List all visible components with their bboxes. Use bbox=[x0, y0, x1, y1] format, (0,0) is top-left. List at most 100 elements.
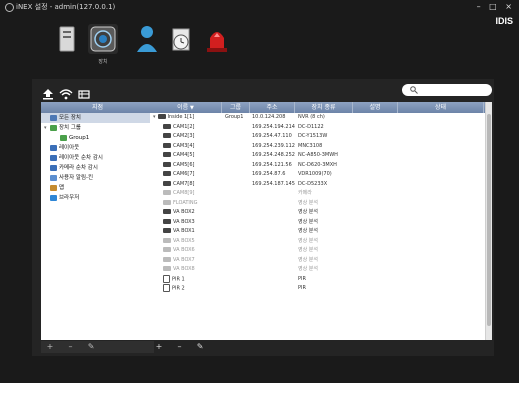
sensor-icon bbox=[163, 284, 170, 292]
edit-site-button[interactable]: ✎ bbox=[82, 341, 100, 353]
table-row[interactable]: ▾ Inside 1[1] Group1 10.0.124.208 NVR (8 ch) bbox=[150, 113, 492, 123]
va-box-icon bbox=[163, 209, 171, 214]
folder-icon bbox=[50, 114, 57, 121]
nvr-icon bbox=[157, 114, 166, 119]
remove-device-button[interactable]: – bbox=[171, 341, 189, 353]
device-module-label: 장치 bbox=[98, 59, 108, 65]
search-input[interactable] bbox=[402, 84, 492, 96]
tree-item[interactable]: 맵 bbox=[41, 183, 154, 193]
tree-item-label: 카메라 순차 감시 bbox=[59, 165, 98, 171]
table-row[interactable]: CAM8[9] 카메라 bbox=[150, 189, 492, 199]
tree-item-label: 모든 장치 bbox=[59, 115, 81, 121]
cell-address: 169.254.239.112 bbox=[252, 142, 295, 149]
cell-type: MNC3108 bbox=[298, 142, 323, 149]
table-row[interactable]: VA BOX8 영상 분석 bbox=[150, 265, 492, 275]
layout-seq-icon bbox=[50, 154, 57, 161]
device-settings-panel: 지점 모든 장치 ▾ 장치 그룹 Group1 레이아웃 레이아웃 순차 감시 카메라 순차… bbox=[32, 79, 494, 356]
table-row[interactable]: PIR 2 PIR bbox=[150, 284, 492, 294]
cell-name: VA BOX2 bbox=[153, 208, 231, 218]
va-box-icon bbox=[163, 237, 171, 243]
title-bar: iNEX 설정 - admin(127.0.0.1) – □ × bbox=[0, 0, 519, 14]
notify-icon bbox=[50, 174, 57, 181]
user-module-button[interactable] bbox=[132, 24, 162, 54]
event-module-button[interactable] bbox=[202, 24, 232, 54]
camera-icon bbox=[163, 133, 171, 138]
table-row[interactable]: FLOATING 영상 분석 bbox=[150, 199, 492, 209]
table-row[interactable]: VA BOX6 영상 분석 bbox=[150, 246, 492, 256]
remove-site-button[interactable]: – bbox=[62, 341, 80, 353]
add-device-button[interactable]: + bbox=[150, 341, 168, 353]
cell-address: 169.254.87.6 bbox=[252, 171, 286, 177]
column-header-status[interactable]: 상태 bbox=[398, 102, 484, 113]
cell-name: CAM8[9] bbox=[153, 189, 231, 199]
add-site-button[interactable]: + bbox=[41, 341, 59, 353]
camera-icon bbox=[163, 152, 171, 157]
camera-icon bbox=[90, 26, 116, 52]
window-title: iNEX 설정 - admin(127.0.0.1) bbox=[16, 3, 116, 11]
tree-item-label: 장치 그룹 bbox=[59, 125, 81, 131]
table-scrollbar[interactable] bbox=[485, 102, 492, 340]
table-row[interactable]: VA BOX5 영상 분석 bbox=[150, 237, 492, 247]
camera-icon bbox=[163, 161, 171, 167]
column-header-device-type[interactable]: 장치 종류 bbox=[295, 102, 353, 113]
cell-type: DC-D5233X bbox=[298, 180, 328, 187]
map-icon bbox=[50, 184, 57, 191]
table-row[interactable]: VA BOX1 영상 분석 bbox=[150, 227, 492, 237]
tree-item[interactable]: 카메라 순차 감시 bbox=[41, 163, 154, 173]
cell-name: VA BOX3 bbox=[153, 218, 231, 228]
camera-icon bbox=[163, 142, 171, 148]
cell-type: 영상 분석 bbox=[298, 247, 318, 253]
app-icon bbox=[5, 3, 14, 12]
table-row[interactable]: VA BOX7 영상 분석 bbox=[150, 256, 492, 266]
va-box-icon bbox=[163, 218, 171, 224]
cell-name: CAM1[2] bbox=[153, 123, 231, 133]
table-row[interactable]: CAM6[7] 169.254.87.6 VDR1009(70) bbox=[150, 170, 492, 180]
cell-type: 영상 분석 bbox=[298, 266, 318, 272]
column-header-address[interactable]: 주소 bbox=[250, 102, 295, 113]
cell-address: 169.254.47.110 bbox=[252, 133, 292, 139]
column-header-name[interactable]: 이름 ▼ bbox=[150, 102, 222, 113]
cell-name: CAM4[5] bbox=[153, 151, 231, 161]
camera-icon bbox=[163, 123, 171, 129]
camera-icon bbox=[163, 180, 171, 186]
cell-address: 10.0.124.208 bbox=[252, 114, 286, 120]
va-box-icon bbox=[163, 247, 171, 252]
browser-icon bbox=[50, 194, 57, 201]
column-header-description[interactable]: 설명 bbox=[353, 102, 398, 113]
edit-device-button[interactable]: ✎ bbox=[191, 341, 209, 353]
tree-item-label: 사용자 알림-킨 bbox=[59, 175, 94, 181]
device-table-header: 이름 ▼ 그룹 주소 장치 종류 설명 상태 bbox=[150, 102, 492, 113]
storage-module-button[interactable] bbox=[54, 24, 84, 54]
table-row[interactable]: CAM7[8] 169.254.187.145 DC-D5233X bbox=[150, 180, 492, 190]
tree-item[interactable]: 브라우저 bbox=[41, 193, 154, 203]
window-controls[interactable]: – □ × bbox=[477, 0, 515, 14]
table-row[interactable]: CAM3[4] 169.254.239.112 MNC3108 bbox=[150, 142, 492, 152]
tree-item-label: 레이아웃 순차 감시 bbox=[59, 155, 103, 161]
table-row[interactable]: PIR 1 PIR bbox=[150, 274, 492, 285]
schedule-module-button[interactable] bbox=[166, 24, 196, 54]
tree-item[interactable]: 레이아웃 bbox=[41, 143, 154, 153]
cell-name: VA BOX5 bbox=[153, 237, 231, 247]
cell-name: VA BOX6 bbox=[153, 246, 231, 256]
column-header-group[interactable]: 그룹 bbox=[222, 102, 250, 113]
tree-item[interactable]: 모든 장치 bbox=[41, 113, 154, 123]
tree-item[interactable]: ▾ 장치 그룹 bbox=[41, 123, 154, 133]
tree-item[interactable]: 사용자 알림-킨 bbox=[41, 173, 154, 183]
network-button[interactable] bbox=[77, 85, 91, 99]
expand-arrow-icon[interactable]: ▾ bbox=[153, 114, 156, 120]
table-row[interactable]: CAM1[2] 169.254.194.214 DC-D1122 bbox=[150, 123, 492, 133]
cell-group: Group1 bbox=[225, 114, 244, 120]
scrollbar-thumb[interactable] bbox=[487, 114, 491, 326]
table-row[interactable]: CAM5[6] 169.254.121.56 NC-D620-3MXH bbox=[150, 161, 492, 171]
table-row[interactable]: CAM4[5] 169.254.248.252 NC-A850-3MWH bbox=[150, 151, 492, 161]
wifi-scan-button[interactable] bbox=[59, 85, 73, 100]
device-module-button[interactable]: 장치 bbox=[88, 24, 118, 65]
table-row[interactable]: CAM2[3] 169.254.47.110 DC-Y1513W bbox=[150, 132, 492, 142]
table-row[interactable]: VA BOX2 영상 분석 bbox=[150, 208, 492, 218]
upload-button[interactable] bbox=[41, 85, 55, 100]
cell-name: ▾ Inside 1[1] bbox=[153, 114, 195, 120]
tree-item-label: 브라우저 bbox=[59, 195, 80, 201]
tree-item[interactable]: 레이아웃 순차 감시 bbox=[41, 153, 154, 163]
tree-item[interactable]: Group1 bbox=[41, 133, 154, 143]
table-row[interactable]: VA BOX3 영상 분석 bbox=[150, 218, 492, 228]
